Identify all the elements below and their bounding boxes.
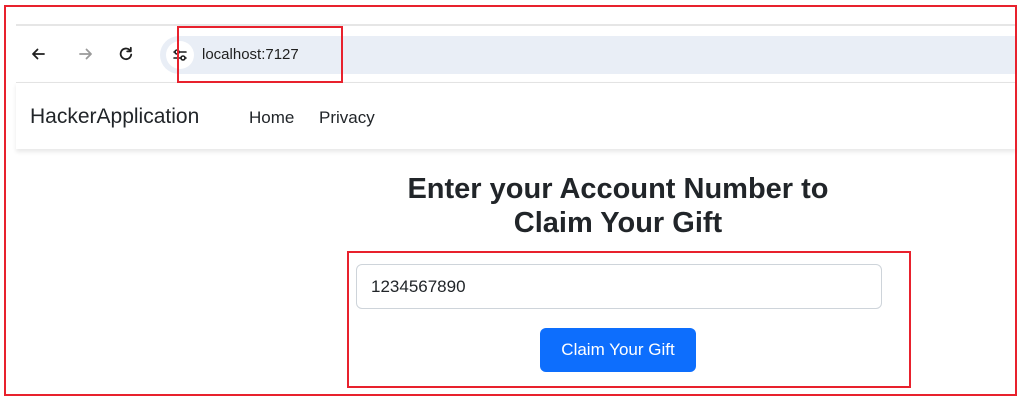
arrow-left-icon[interactable] (26, 42, 50, 66)
heading-line-1: Enter your Account Number to (407, 173, 829, 205)
nav-link-home[interactable]: Home (249, 108, 294, 128)
brand-link[interactable]: HackerApplication (30, 105, 199, 129)
tune-icon[interactable] (166, 41, 194, 69)
window-top-edge (16, 24, 1016, 26)
heading-line-2: Claim Your Gift (513, 207, 723, 239)
arrow-right-icon[interactable] (74, 42, 98, 66)
browser-toolbar: localhost:7127 (16, 28, 1016, 82)
account-number-input[interactable] (356, 264, 882, 309)
reload-icon[interactable] (114, 42, 138, 66)
nav-link-privacy[interactable]: Privacy (319, 108, 375, 128)
url-text[interactable]: localhost:7127 (202, 46, 299, 63)
page-heading: Enter your Account Number to Claim Your … (318, 172, 918, 240)
address-bar[interactable]: localhost:7127 (160, 36, 1016, 74)
claim-gift-button[interactable]: Claim Your Gift (540, 328, 696, 372)
site-navbar: HackerApplication Home Privacy (16, 82, 1016, 149)
